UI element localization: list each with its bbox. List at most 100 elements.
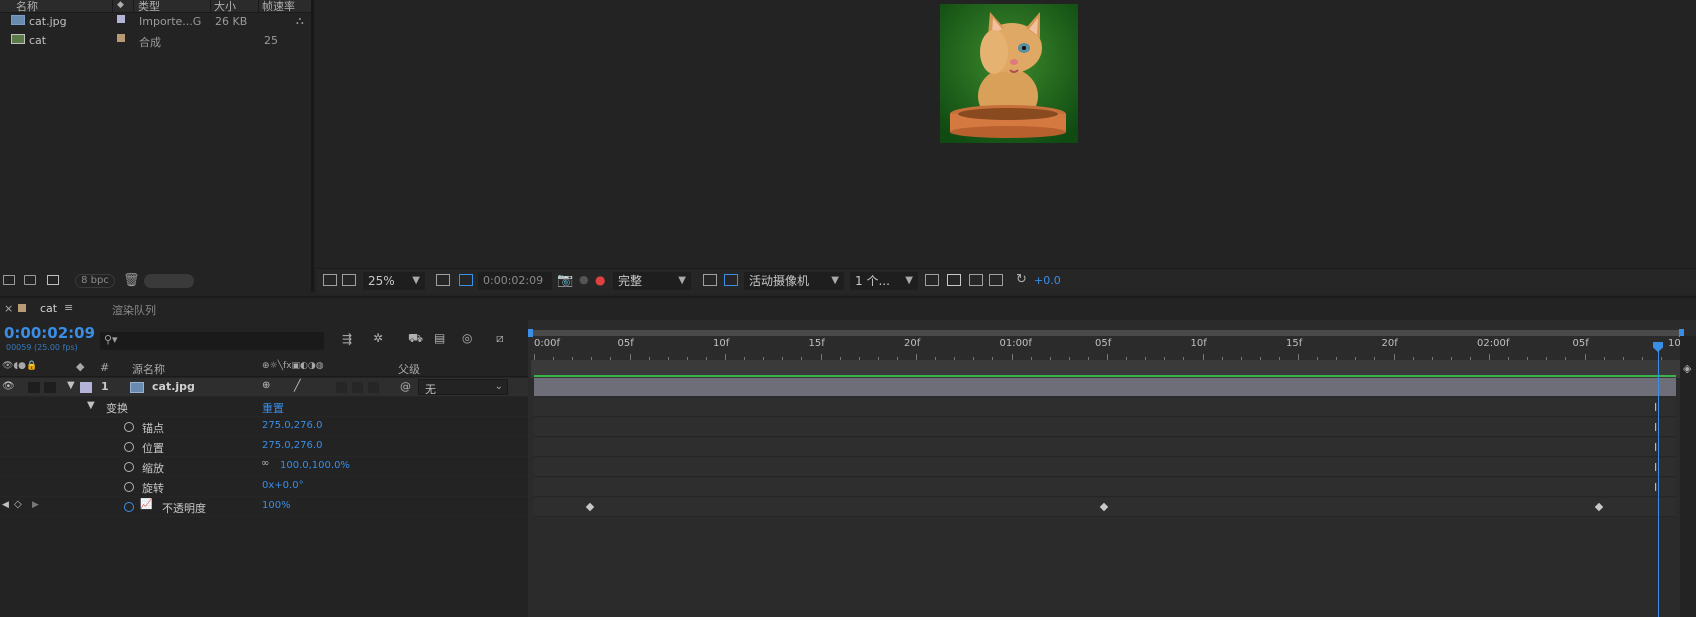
stopwatch-icon[interactable] <box>124 422 134 432</box>
exposure-value[interactable]: +0.0 <box>1034 274 1061 287</box>
switch-slot[interactable] <box>336 382 347 393</box>
property-row-rotation[interactable]: 旋转 0x+0.0° <box>0 478 528 497</box>
bit-depth-button[interactable]: 8 bpc <box>75 274 115 288</box>
stopwatch-active-icon[interactable] <box>124 502 134 512</box>
zoom-dropdown[interactable]: 25% ▼ <box>363 272 425 290</box>
layer-search-input[interactable]: ⚲▾ <box>100 332 324 350</box>
layer-name[interactable]: cat.jpg <box>152 380 195 393</box>
label-column-icon[interactable]: ◆ <box>117 0 124 10</box>
show-snapshot-icon[interactable]: ● <box>579 273 589 286</box>
transform-group-row[interactable]: ▼ 变换 重置 <box>0 398 528 417</box>
property-value[interactable]: 0x+0.0° <box>262 480 304 491</box>
property-row-scale[interactable]: 缩放 ∞ 100.0,100.0% <box>0 458 528 477</box>
timeline-scroll-edge[interactable] <box>1680 336 1696 617</box>
solo-toggle[interactable] <box>28 382 40 393</box>
constrain-proportions-icon[interactable]: ∞ <box>261 458 269 469</box>
draft-3d-icon[interactable]: ✲ <box>373 331 383 345</box>
parent-dropdown[interactable]: 无 ⌄ <box>418 379 508 396</box>
column-separator[interactable] <box>258 0 259 12</box>
property-row-position[interactable]: 位置 275.0,276.0 <box>0 438 528 457</box>
interpret-footage-icon[interactable] <box>3 275 15 285</box>
safe-margins-icon[interactable] <box>436 274 450 286</box>
layer-row[interactable]: 👁 ▼ 1 cat.jpg ⊕ ╱ @ 无 ⌄ <box>0 378 528 397</box>
layer-number-header[interactable]: # <box>100 361 109 374</box>
av-features-icons[interactable]: 👁◖●🔒 <box>2 361 37 371</box>
new-composition-icon[interactable] <box>47 275 59 285</box>
timeline-icon[interactable] <box>969 274 983 286</box>
tab-render-queue[interactable]: 渲染队列 <box>112 302 156 318</box>
frame-blending-icon[interactable]: ▤ <box>434 331 445 345</box>
quality-switch-icon[interactable]: ╱ <box>294 379 301 392</box>
label-color-swatch[interactable] <box>117 34 125 42</box>
mask-visibility-icon[interactable] <box>459 274 473 286</box>
toggle-pixel-aspect-icon[interactable] <box>925 274 939 286</box>
fast-preview-icon[interactable] <box>947 274 961 286</box>
work-area-start-handle[interactable] <box>528 329 533 337</box>
project-item[interactable]: cat 合成 25 <box>0 32 311 50</box>
layer-bar[interactable] <box>534 378 1676 396</box>
new-folder-icon[interactable] <box>24 275 36 285</box>
label-header-icon[interactable]: ◆ <box>76 360 84 373</box>
channel-rgb-icon[interactable]: ● <box>595 273 605 287</box>
graph-icon[interactable]: 📈 <box>140 499 152 510</box>
expand-arrow-icon[interactable]: ▼ <box>87 400 95 411</box>
reset-link[interactable]: 重置 <box>262 400 284 416</box>
property-value[interactable]: 275.0,276.0 <box>262 420 322 431</box>
time-ruler[interactable]: 0:00f 05f 10f 15f 20f 01:00f 05f 10f 15f 20f 02:00… <box>534 336 1684 360</box>
column-type[interactable]: 类型 <box>138 0 160 14</box>
next-keyframe-icon[interactable]: ▶ <box>32 500 39 510</box>
add-keyframe-icon[interactable]: ◇ <box>14 499 22 510</box>
shy-switch-icon[interactable]: ⊕ <box>262 380 270 391</box>
motion-blur-icon[interactable]: ◎ <box>462 331 472 345</box>
column-separator[interactable] <box>133 0 134 12</box>
property-value[interactable]: 100% <box>262 500 291 511</box>
comp-marker-icon[interactable]: ◈ <box>1683 362 1691 375</box>
camera-dropdown[interactable]: 活动摄像机 ▼ <box>744 272 844 290</box>
switch-slot[interactable] <box>368 382 379 393</box>
graph-editor-icon[interactable]: ⧄ <box>496 331 504 346</box>
source-name-header[interactable]: 源名称 <box>132 361 165 377</box>
close-tab-icon[interactable]: × <box>4 302 13 315</box>
layer-label-swatch[interactable] <box>80 382 92 393</box>
stopwatch-icon[interactable] <box>124 482 134 492</box>
current-time-display[interactable]: 0:00:02:09 <box>4 324 95 342</box>
stopwatch-icon[interactable] <box>124 462 134 472</box>
transparency-grid-icon[interactable] <box>724 274 738 286</box>
monitor-icon[interactable] <box>342 274 356 286</box>
switches-header-icons[interactable]: ⊕☼╲fx▣◐◑◍ <box>262 361 324 371</box>
comp-flowchart-icon[interactable] <box>989 274 1003 286</box>
property-value[interactable]: 275.0,276.0 <box>262 440 322 451</box>
label-color-swatch[interactable] <box>117 15 125 23</box>
tab-cat[interactable]: cat <box>40 302 57 315</box>
switch-slot[interactable] <box>352 382 363 393</box>
property-row-opacity[interactable]: ◀ ◇ ▶ 📈 不透明度 100% <box>0 498 528 517</box>
column-name[interactable]: 名称 <box>16 0 38 14</box>
comp-mini-flowchart-icon[interactable]: ⇶ <box>342 332 352 346</box>
tab-menu-icon[interactable]: ≡ <box>64 301 73 314</box>
property-row-anchor[interactable]: 锚点 275.0,276.0 <box>0 418 528 437</box>
always-preview-icon[interactable] <box>323 274 337 286</box>
region-of-interest-icon[interactable] <box>703 274 717 286</box>
pick-whip-icon[interactable]: @ <box>400 380 411 393</box>
property-value[interactable]: 100.0,100.0% <box>280 460 350 471</box>
snapshot-icon[interactable]: 📷 <box>557 273 573 288</box>
project-item[interactable]: cat.jpg Importe...G 26 KB <box>0 13 311 31</box>
expand-arrow-icon[interactable]: ▼ <box>67 380 75 391</box>
eye-icon[interactable]: 👁 <box>2 381 15 392</box>
view-layout-dropdown[interactable]: 1 个... ▼ <box>850 272 918 290</box>
lock-toggle[interactable] <box>44 382 56 393</box>
timeline-graph-area[interactable]: 0:00f 05f 10f 15f 20f 01:00f 05f 10f 15f 20f 02:00… <box>528 320 1696 617</box>
column-separator[interactable] <box>112 0 113 12</box>
column-separator[interactable] <box>210 0 211 12</box>
timecode-button[interactable]: 0:00:02:09 <box>478 272 552 290</box>
stopwatch-icon[interactable] <box>124 442 134 452</box>
shy-layers-icon[interactable]: ⛟ <box>408 331 423 347</box>
parent-header[interactable]: 父级 <box>398 361 420 377</box>
column-fps[interactable]: 帧速率 <box>262 0 295 14</box>
column-size[interactable]: 大小 <box>214 0 236 14</box>
resolution-dropdown[interactable]: 完整 ▼ <box>613 272 691 290</box>
trash-icon[interactable]: 🗑 <box>123 273 140 288</box>
prev-keyframe-icon[interactable]: ◀ <box>2 500 9 510</box>
reset-exposure-icon[interactable]: ↻ <box>1016 272 1027 287</box>
thumbnail-slider[interactable] <box>144 274 194 288</box>
